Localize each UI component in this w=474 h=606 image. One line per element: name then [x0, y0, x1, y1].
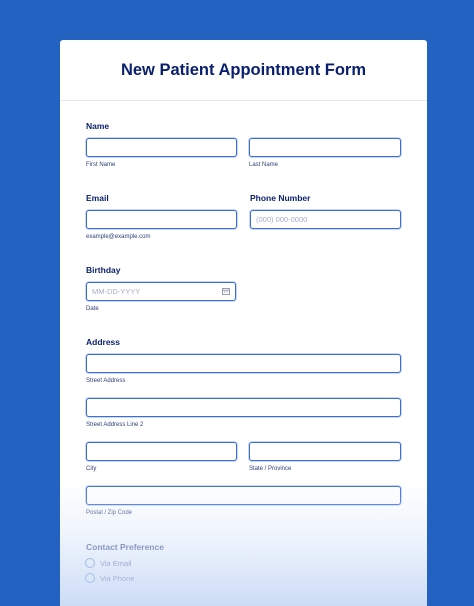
- street-address-line2-input[interactable]: [86, 398, 401, 417]
- form-card: New Patient Appointment Form Name First …: [60, 40, 427, 606]
- street-address-sublabel: Street Address: [86, 378, 126, 384]
- contact-preference-label: Contact Preference: [86, 542, 164, 552]
- first-name-sublabel: First Name: [86, 162, 116, 168]
- state-input[interactable]: [249, 442, 401, 461]
- first-name-input[interactable]: [86, 138, 237, 157]
- address-label: Address: [86, 337, 121, 347]
- name-label: Name: [86, 121, 110, 131]
- phone-label: Phone Number: [250, 193, 311, 203]
- street-address-input[interactable]: [86, 354, 401, 373]
- form-title: New Patient Appointment Form: [120, 61, 367, 79]
- radio-option-phone[interactable]: Via Phone: [85, 573, 205, 585]
- email-sublabel: example@example.com: [86, 234, 151, 240]
- last-name-input[interactable]: [249, 138, 401, 157]
- radio-button-phone[interactable]: [85, 573, 95, 583]
- phone-placeholder: (000) 000-0000: [256, 215, 308, 224]
- birthday-sublabel: Date: [86, 306, 99, 312]
- city-sublabel: City: [86, 466, 97, 472]
- radio-label-phone: Via Phone: [100, 574, 135, 583]
- email-input[interactable]: [86, 210, 237, 229]
- last-name-sublabel: Last Name: [249, 162, 279, 168]
- phone-input[interactable]: (000) 000-0000: [250, 210, 401, 229]
- birthday-label: Birthday: [86, 265, 121, 275]
- city-input[interactable]: [86, 442, 237, 461]
- zip-code-sublabel: Postal / Zip Code: [86, 510, 133, 516]
- radio-button-email[interactable]: [85, 558, 95, 568]
- zip-code-input[interactable]: [86, 486, 401, 505]
- state-sublabel: State / Province: [249, 466, 292, 472]
- birthday-input[interactable]: MM-DD-YYYY: [86, 282, 236, 301]
- birthday-placeholder: MM-DD-YYYY: [92, 287, 141, 296]
- radio-label-email: Via Email: [100, 559, 132, 568]
- form-header: New Patient Appointment Form: [60, 40, 427, 101]
- calendar-icon[interactable]: [222, 288, 230, 295]
- email-label: Email: [86, 193, 109, 203]
- radio-option-email[interactable]: Via Email: [85, 558, 205, 570]
- street-address-line2-sublabel: Street Address Line 2: [86, 422, 144, 428]
